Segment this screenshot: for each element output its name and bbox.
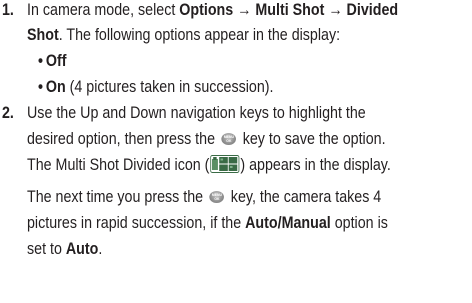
option-on: • On (4 pictures taken in succession). [38,77,274,96]
step-2-line-4: The next time you press the MENU OK key, … [27,187,382,206]
step-2-number: 2. [2,103,14,122]
step-2-line-1: Use the Up and Down navigation keys to h… [27,103,366,122]
step-2-line-6: set to Auto. [27,239,103,258]
step-2-line-2: desired option, then press the MENU OK ke… [27,129,386,148]
menu-ok-key-icon: MENU OK [209,191,225,203]
step-1-number: 1. [2,0,14,19]
step-1-line-1: In camera mode, select Options → Multi S… [27,0,399,19]
menu-path: Options → Multi Shot → Divided [179,0,399,19]
step-1-line-2: Shot. The following options appear in th… [27,25,341,44]
step-2-line-5: pictures in rapid succession, if the Aut… [27,213,388,232]
multi-shot-divided-icon [210,155,240,173]
option-off: • Off [38,51,67,70]
menu-ok-key-icon: MENU OK [221,133,237,145]
step-2-line-3: The Multi Shot Divided icon ( ) appears … [27,155,391,174]
